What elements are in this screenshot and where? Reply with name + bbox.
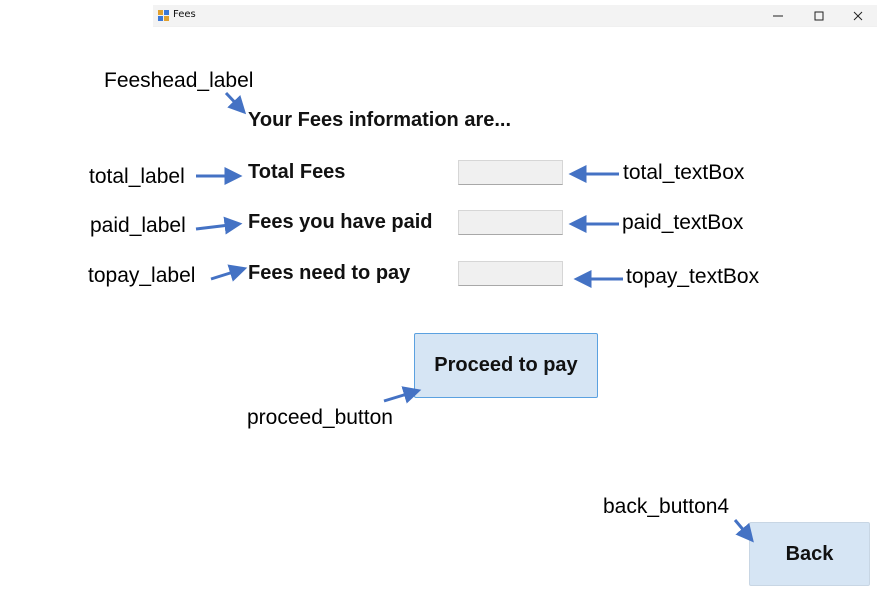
proceed-to-pay-button[interactable]: Proceed to pay [414, 333, 598, 398]
maximize-icon [814, 11, 824, 20]
annotation-topay-textbox: topay_textBox [626, 265, 760, 288]
paid-fees-textbox[interactable] [458, 210, 563, 235]
annotation-back-button: back_button4 [603, 495, 730, 518]
fees-heading-label: Your Fees information are... [248, 109, 512, 131]
fees-to-pay-textbox[interactable] [458, 261, 563, 286]
minimize-icon [773, 15, 783, 16]
window-title: Fees [173, 9, 196, 20]
annotation-total-textbox: total_textBox [623, 161, 745, 184]
annotation-paid-label: paid_label [90, 214, 186, 237]
paid-fees-label: Fees you have paid [248, 211, 433, 233]
app-icon [158, 10, 169, 21]
annotation-topay-label: topay_label [88, 264, 196, 287]
close-button[interactable] [839, 5, 877, 26]
minimize-button[interactable] [759, 5, 797, 26]
total-fees-label: Total Fees [248, 161, 346, 183]
annotation-feeshead-label: Feeshead_label [104, 69, 254, 92]
close-icon [853, 11, 863, 20]
annotation-total-label: total_label [89, 165, 185, 188]
back-button[interactable]: Back [749, 522, 870, 586]
fees-to-pay-label: Fees need to pay [248, 262, 411, 284]
annotation-proceed-button: proceed_button [247, 406, 393, 429]
total-fees-textbox[interactable] [458, 160, 563, 185]
title-bar[interactable]: Fees [153, 5, 877, 27]
annotated-screenshot: Fees Your Fees information are... Total … [0, 0, 880, 593]
annotation-paid-textbox: paid_textBox [622, 211, 744, 234]
maximize-button[interactable] [800, 5, 838, 26]
fees-window [153, 0, 880, 593]
